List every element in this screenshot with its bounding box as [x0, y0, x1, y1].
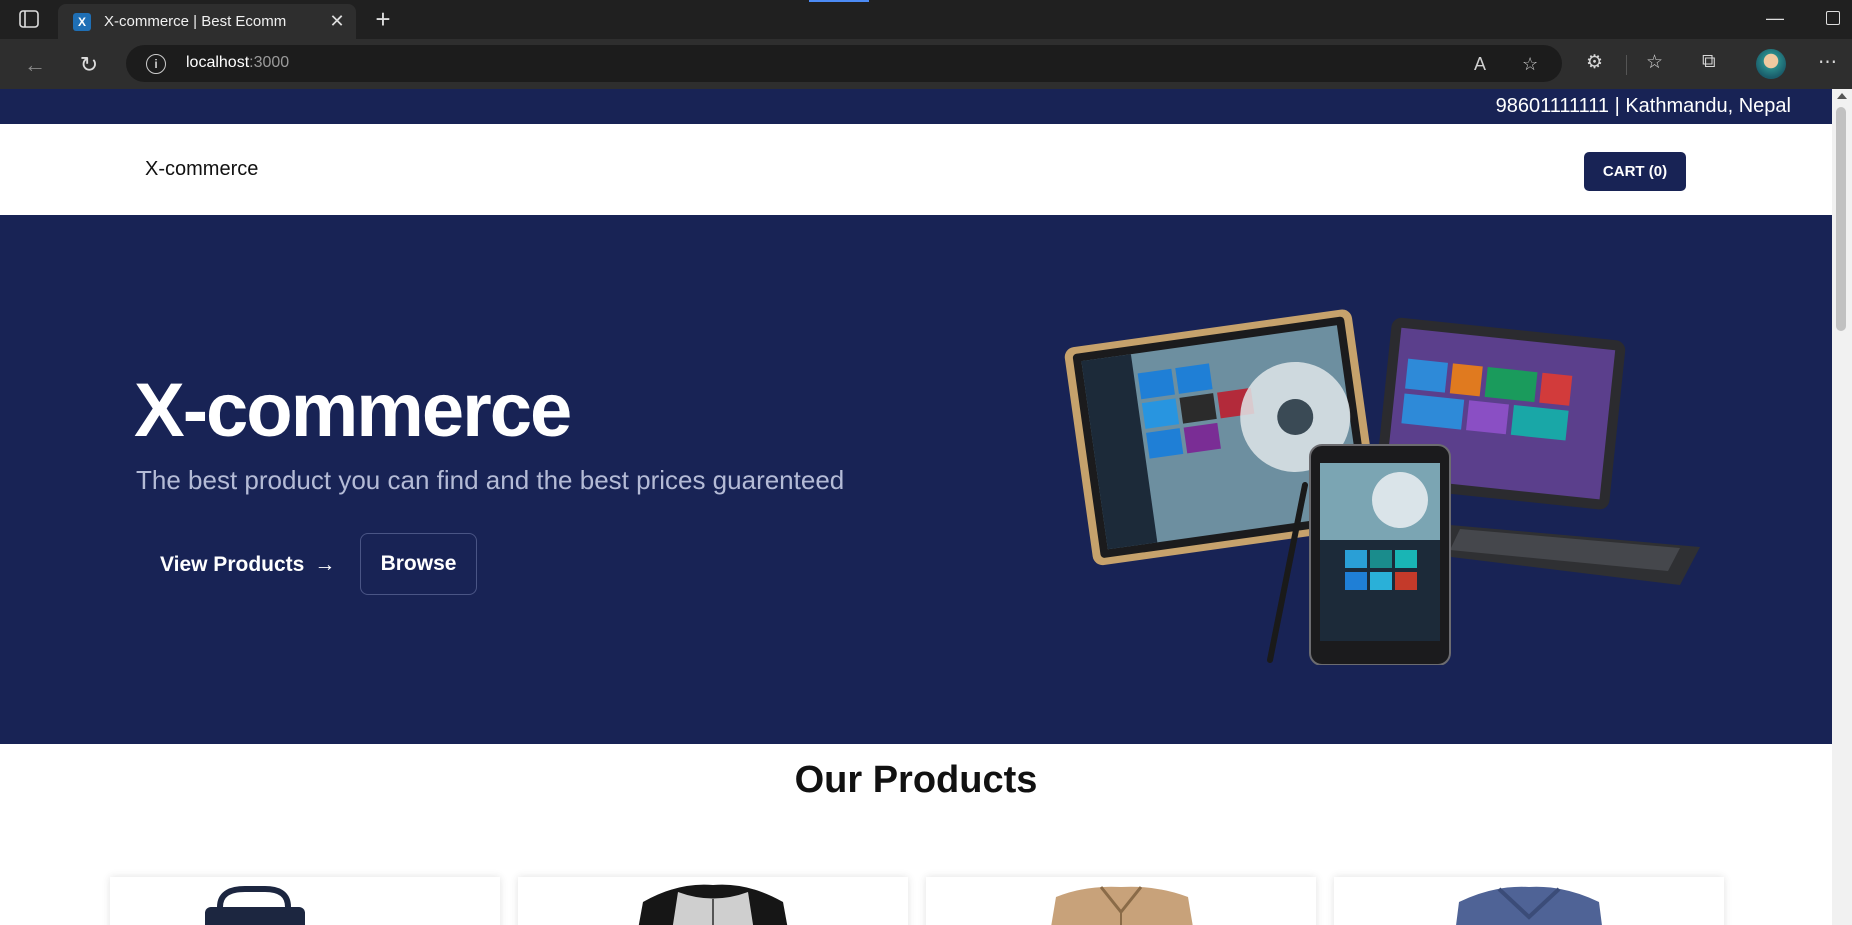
- url-text[interactable]: localhost:3000: [186, 54, 289, 72]
- reload-icon[interactable]: ↻: [76, 52, 102, 78]
- site-navbar: X-commerce CART (0): [0, 124, 1832, 215]
- hero-section: X-commerce The best product you can find…: [0, 215, 1832, 744]
- window-restore-icon[interactable]: [1826, 11, 1840, 25]
- jacket-product-image: [1051, 886, 1193, 925]
- new-tab-icon[interactable]: +: [370, 6, 396, 33]
- tab-actions-icon[interactable]: [18, 9, 40, 29]
- tab-strip-accent: [809, 0, 869, 2]
- tab-close-icon[interactable]: ✕: [326, 10, 348, 32]
- devices-hero-image: [1064, 309, 1700, 665]
- back-arrow-icon[interactable]: ←: [22, 52, 48, 78]
- add-favorite-icon[interactable]: ☆: [1522, 54, 1538, 75]
- favorites-icon[interactable]: ☆: [1646, 51, 1663, 74]
- product-card[interactable]: [926, 877, 1316, 925]
- collections-icon[interactable]: ⧉: [1702, 51, 1716, 73]
- extensions-icon[interactable]: ⚙: [1586, 51, 1603, 74]
- browser-tab-bar: X X-commerce | Best Ecomm ✕ + —: [0, 0, 1852, 39]
- profile-avatar[interactable]: [1756, 49, 1786, 79]
- site-info-icon[interactable]: i: [146, 54, 166, 74]
- contact-info: 98601111111 | Kathmandu, Nepal: [1495, 95, 1791, 117]
- more-menu-icon[interactable]: ⋯: [1818, 51, 1837, 74]
- view-products-label: View Products: [160, 553, 305, 576]
- product-card[interactable]: [1334, 877, 1724, 925]
- browse-button[interactable]: Browse: [360, 533, 477, 595]
- raglan-shirt-product-image: [638, 884, 788, 925]
- hero-subtitle: The best product you can find and the be…: [136, 465, 845, 495]
- brand-logo[interactable]: X-commerce: [145, 158, 258, 181]
- cart-button[interactable]: CART (0): [1584, 152, 1686, 191]
- product-card[interactable]: [110, 877, 500, 925]
- browser-address-bar: ← ↻ i localhost:3000 A ☆ ⚙ ☆ ⧉ ⋯: [0, 39, 1852, 89]
- scrollbar-thumb[interactable]: [1836, 107, 1846, 331]
- product-card[interactable]: [518, 877, 908, 925]
- read-aloud-icon[interactable]: A: [1474, 54, 1486, 75]
- scroll-up-arrow-icon[interactable]: [1837, 93, 1847, 99]
- toolbar-divider: [1626, 55, 1627, 75]
- products-section-title: Our Products: [794, 759, 1038, 801]
- view-products-button[interactable]: View Products →: [160, 535, 335, 595]
- page-viewport: 98601111111 | Kathmandu, Nepal X-commerc…: [0, 89, 1832, 925]
- site-favicon-icon: X: [73, 13, 91, 31]
- vneck-shirt-product-image: [1456, 886, 1602, 925]
- page-scrollbar[interactable]: [1832, 89, 1852, 925]
- hero-title: X-commerce: [134, 368, 572, 453]
- address-omnibox[interactable]: i localhost:3000 A ☆: [126, 45, 1562, 82]
- browser-tab-active[interactable]: X X-commerce | Best Ecomm ✕: [58, 4, 356, 39]
- window-minimize-icon[interactable]: —: [1766, 8, 1784, 29]
- bag-product-image: [205, 886, 305, 925]
- tab-title: X-commerce | Best Ecomm: [104, 13, 287, 30]
- arrow-right-icon: →: [314, 553, 336, 576]
- contact-topbar: 98601111111 | Kathmandu, Nepal: [0, 89, 1832, 124]
